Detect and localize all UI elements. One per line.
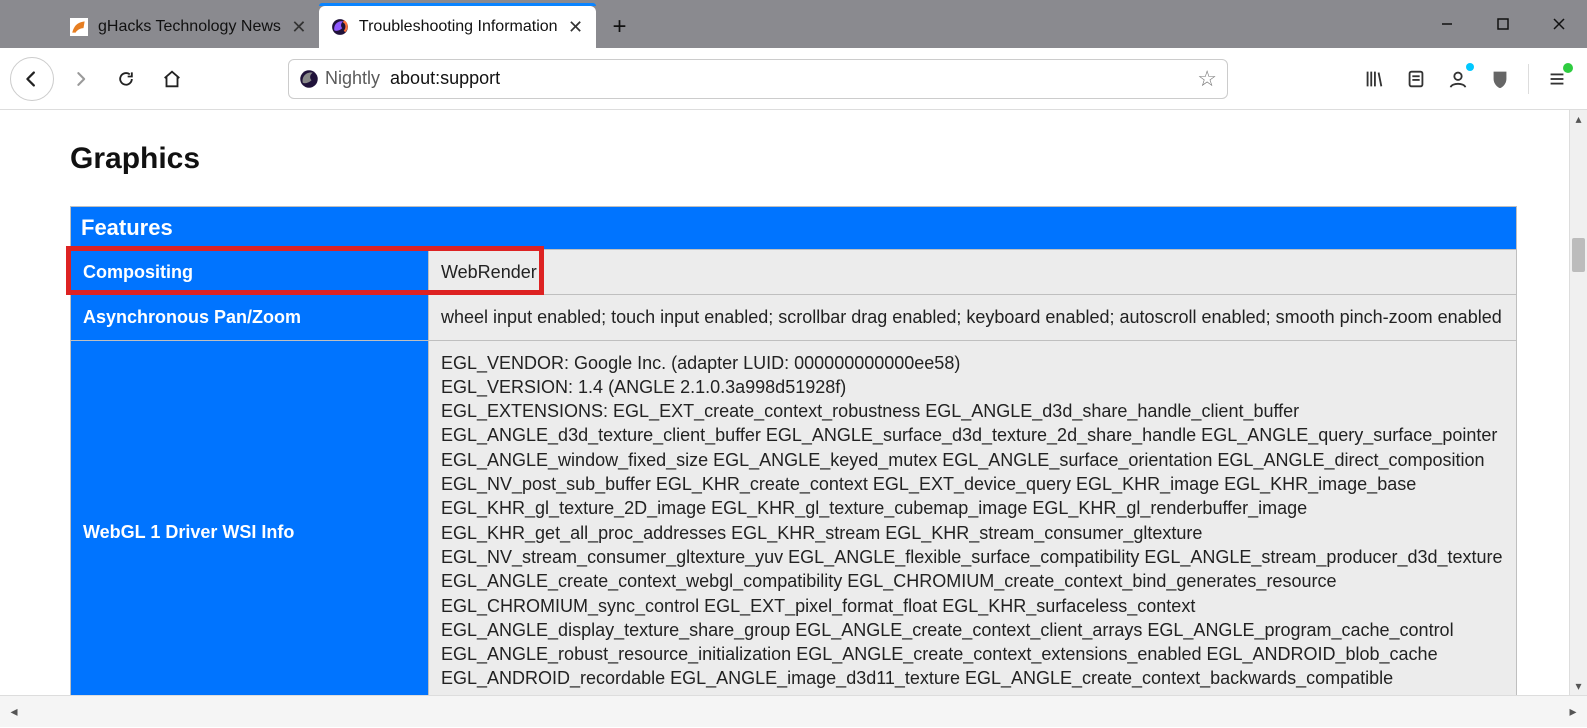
tab-label: Troubleshooting Information bbox=[359, 18, 558, 36]
navigation-toolbar: Nightly ☆ bbox=[0, 48, 1587, 110]
app-menu-button[interactable] bbox=[1537, 59, 1577, 99]
scroll-track[interactable] bbox=[28, 705, 1559, 719]
identity-label: Nightly bbox=[325, 68, 380, 89]
tab-strip: gHacks Technology News ✕ Troubleshooting… bbox=[0, 0, 638, 48]
features-table: Features Compositing WebRender Asynchron… bbox=[70, 206, 1517, 695]
page-title: Graphics bbox=[70, 142, 1517, 176]
row-label: Compositing bbox=[71, 250, 429, 295]
tab-troubleshooting[interactable]: Troubleshooting Information ✕ bbox=[319, 6, 596, 48]
row-label: WebGL 1 Driver WSI Info bbox=[71, 340, 429, 695]
tab-close-button[interactable]: ✕ bbox=[568, 19, 584, 35]
update-dot-icon bbox=[1563, 63, 1573, 73]
page-content[interactable]: Graphics Features Compositing WebRender … bbox=[0, 110, 1587, 695]
window-controls bbox=[1419, 0, 1587, 48]
window-minimize-button[interactable] bbox=[1419, 0, 1475, 48]
library-button[interactable] bbox=[1354, 59, 1394, 99]
url-input[interactable] bbox=[390, 68, 1187, 89]
table-row-apz: Asynchronous Pan/Zoom wheel input enable… bbox=[71, 295, 1517, 340]
tab-close-button[interactable]: ✕ bbox=[291, 19, 307, 35]
window-maximize-button[interactable] bbox=[1475, 0, 1531, 48]
firefox-nightly-icon bbox=[299, 69, 319, 89]
new-tab-button[interactable]: + bbox=[602, 9, 638, 45]
reload-button[interactable] bbox=[106, 59, 146, 99]
account-button[interactable] bbox=[1438, 59, 1478, 99]
tab-ghacks[interactable]: gHacks Technology News ✕ bbox=[58, 6, 319, 48]
horizontal-scrollbar[interactable]: ◂ ▸ bbox=[0, 695, 1587, 727]
section-header: Features bbox=[71, 207, 1517, 250]
ghacks-favicon-icon bbox=[70, 18, 88, 36]
table-row-webgl1-wsi: WebGL 1 Driver WSI Info EGL_VENDOR: Goog… bbox=[71, 340, 1517, 695]
firefox-nightly-favicon-icon bbox=[331, 18, 349, 36]
identity-block[interactable]: Nightly bbox=[299, 68, 380, 89]
vertical-scrollbar[interactable]: ▴ ▾ bbox=[1569, 110, 1587, 695]
scroll-up-button[interactable]: ▴ bbox=[1570, 110, 1587, 128]
forward-button[interactable] bbox=[60, 59, 100, 99]
window-close-button[interactable] bbox=[1531, 0, 1587, 48]
row-value: EGL_VENDOR: Google Inc. (adapter LUID: 0… bbox=[429, 340, 1517, 695]
reader-view-button[interactable] bbox=[1396, 59, 1436, 99]
scroll-left-button[interactable]: ◂ bbox=[0, 696, 28, 728]
ublock-button[interactable] bbox=[1480, 59, 1520, 99]
row-value: wheel input enabled; touch input enabled… bbox=[429, 295, 1517, 340]
nav-buttons bbox=[10, 57, 192, 101]
toolbar-right bbox=[1354, 59, 1577, 99]
home-button[interactable] bbox=[152, 59, 192, 99]
scroll-thumb[interactable] bbox=[1572, 238, 1585, 272]
title-bar: gHacks Technology News ✕ Troubleshooting… bbox=[0, 0, 1587, 48]
notification-dot-icon bbox=[1466, 63, 1474, 71]
bookmark-star-icon[interactable]: ☆ bbox=[1197, 66, 1217, 92]
row-label: Asynchronous Pan/Zoom bbox=[71, 295, 429, 340]
address-bar[interactable]: Nightly ☆ bbox=[288, 59, 1228, 99]
toolbar-separator bbox=[1528, 64, 1529, 94]
row-value: WebRender bbox=[429, 250, 1517, 295]
scroll-right-button[interactable]: ▸ bbox=[1559, 696, 1587, 728]
scroll-down-button[interactable]: ▾ bbox=[1570, 677, 1587, 695]
tab-label: gHacks Technology News bbox=[98, 18, 281, 36]
table-row-compositing: Compositing WebRender bbox=[71, 250, 1517, 295]
back-button[interactable] bbox=[10, 57, 54, 101]
